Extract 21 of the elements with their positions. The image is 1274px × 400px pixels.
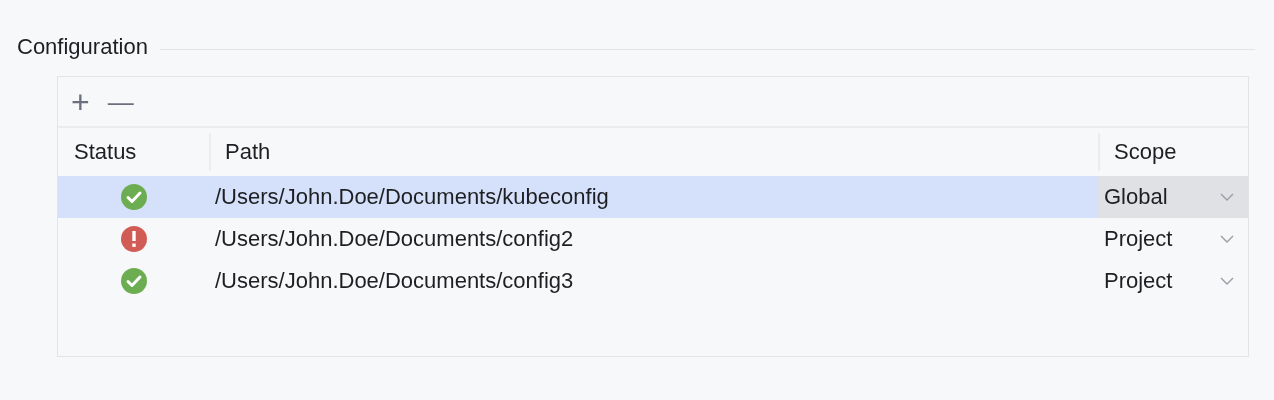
path-text: /Users/John.Doe/Documents/config3 [215,268,574,293]
table-row[interactable]: /Users/John.Doe/Documents/config2 Project [58,218,1248,260]
scope-dropdown[interactable]: Global [1098,176,1248,218]
column-header[interactable]: Status [74,139,137,165]
section-title: Configuration [17,34,148,60]
scope-dropdown[interactable]: Project [1098,218,1248,260]
add-button[interactable]: + [66,85,95,118]
check-icon [119,183,148,211]
scope-dropdown[interactable]: Project [1098,260,1248,302]
remove-button[interactable]: — [102,88,139,115]
column-header[interactable]: Scope [1114,139,1177,165]
caret-icon [1220,277,1234,285]
table-row[interactable]: /Users/John.Doe/Documents/kubeconfig Global [58,176,1248,218]
table-row[interactable]: /Users/John.Doe/Documents/config3 Project [58,260,1248,302]
path-text: /Users/John.Doe/Documents/config2 [215,226,574,251]
caret-icon [1220,193,1234,201]
path-text: /Users/John.Doe/Documents/kubeconfig [215,184,609,209]
check-icon [119,267,148,295]
caret-icon [1220,235,1234,243]
column-header[interactable]: Path [225,139,271,165]
error-icon [119,225,148,253]
